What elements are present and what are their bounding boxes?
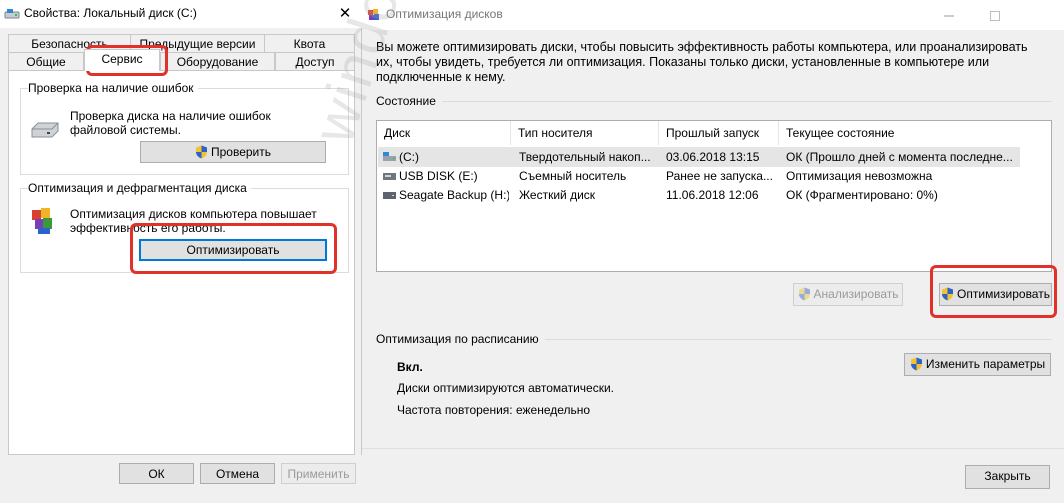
uac-shield-icon bbox=[798, 287, 810, 301]
highlight-right-optimize bbox=[930, 265, 1057, 318]
status-divider bbox=[376, 101, 1052, 102]
schedule-label: Оптимизация по расписанию bbox=[376, 332, 545, 346]
optimize-group-label: Оптимизация и дефрагментация диска bbox=[28, 181, 251, 195]
drive-media-type: Жесткий диск bbox=[519, 188, 596, 202]
tab-service[interactable]: Сервис bbox=[84, 49, 160, 71]
table-row[interactable]: Seagate Backup (H:) Жесткий диск 11.06.2… bbox=[378, 185, 1020, 205]
column-header-drive[interactable]: Диск bbox=[377, 121, 511, 145]
right-description: Вы можете оптимизировать диски, чтобы по… bbox=[376, 40, 1028, 84]
right-title-bar[interactable]: Оптимизация дисков bbox=[362, 0, 1064, 30]
drive-name: USB DISK (E:) bbox=[399, 169, 478, 183]
column-header-last-run[interactable]: Прошлый запуск bbox=[659, 121, 779, 145]
usb-drive-icon bbox=[383, 173, 396, 180]
left-window-title: Свойства: Локальный диск (C:) bbox=[24, 6, 197, 20]
apply-button[interactable]: Применить bbox=[281, 463, 356, 484]
ok-button[interactable]: ОК bbox=[119, 463, 194, 484]
drive-status: Оптимизация невозможна bbox=[786, 169, 933, 183]
analyze-button[interactable]: Анализировать bbox=[793, 283, 903, 306]
drive-name: Seagate Backup (H:) bbox=[399, 188, 509, 202]
change-settings-button[interactable]: Изменить параметры bbox=[904, 353, 1051, 376]
tab-general[interactable]: Общие bbox=[8, 52, 84, 70]
close-button[interactable]: Закрыть bbox=[965, 465, 1050, 489]
defrag-icon bbox=[32, 208, 52, 234]
drive-last-run: 11.06.2018 12:06 bbox=[666, 188, 759, 202]
tab-hardware[interactable]: Оборудование bbox=[160, 52, 275, 70]
drive-status: ОК (Фрагментировано: 0%) bbox=[786, 188, 938, 202]
maximize-icon bbox=[990, 10, 1000, 21]
maximize-button[interactable] bbox=[972, 0, 1018, 30]
uac-shield-icon bbox=[195, 145, 207, 159]
drive-media-type: Твердотельный накоп... bbox=[519, 150, 651, 164]
system-drive-icon bbox=[383, 152, 396, 161]
analyze-button-label: Анализировать bbox=[813, 287, 899, 301]
check-button[interactable]: Проверить bbox=[140, 141, 326, 163]
column-header-media-type[interactable]: Тип носителя bbox=[511, 121, 659, 145]
right-footer bbox=[362, 448, 1064, 503]
change-settings-button-label: Изменить параметры bbox=[925, 357, 1046, 371]
drive-name: (C:) bbox=[399, 150, 419, 164]
schedule-state: Вкл. bbox=[397, 360, 423, 374]
table-row[interactable]: (C:) Твердотельный накоп... 03.06.2018 1… bbox=[378, 147, 1020, 167]
drive-media-type: Съемный носитель bbox=[519, 169, 627, 183]
column-header-status[interactable]: Текущее состояние bbox=[779, 121, 1019, 145]
drive-icon bbox=[4, 9, 20, 19]
left-title-bar[interactable]: Свойства: Локальный диск (C:) bbox=[0, 0, 362, 28]
drive-last-run: Ранее не запуска... bbox=[666, 169, 773, 183]
highlight-left-optimize bbox=[130, 223, 337, 274]
error-check-description: Проверка диска на наличие ошибок файлово… bbox=[70, 109, 271, 137]
drive-last-run: 03.06.2018 13:15 bbox=[666, 150, 760, 164]
table-row[interactable]: USB DISK (E:) Съемный носитель Ранее не … bbox=[378, 166, 1020, 186]
schedule-frequency: Частота повторения: еженедельно bbox=[397, 403, 591, 417]
check-button-label: Проверить bbox=[210, 145, 271, 159]
disk-properties-window: Свойства: Локальный диск (C:) ✕ Безопасн… bbox=[0, 0, 362, 503]
schedule-auto-text: Диски оптимизируются автоматически. bbox=[397, 381, 615, 395]
minimize-button[interactable] bbox=[926, 0, 972, 30]
optimize-drives-window: Оптимизация дисков Вы можете оптимизиров… bbox=[362, 0, 1064, 503]
drive-list[interactable]: Диск Тип носителя Прошлый запуск Текущее… bbox=[376, 120, 1052, 272]
hard-drive-icon bbox=[31, 122, 59, 138]
drive-status: ОК (Прошло дней с момента последне... bbox=[786, 150, 1013, 164]
uac-shield-icon bbox=[910, 357, 922, 371]
hard-drive-icon bbox=[383, 192, 396, 199]
status-label: Состояние bbox=[376, 94, 442, 108]
cancel-button[interactable]: Отмена bbox=[200, 463, 275, 484]
minimize-icon bbox=[944, 15, 954, 17]
error-check-group-label: Проверка на наличие ошибок bbox=[28, 81, 198, 95]
